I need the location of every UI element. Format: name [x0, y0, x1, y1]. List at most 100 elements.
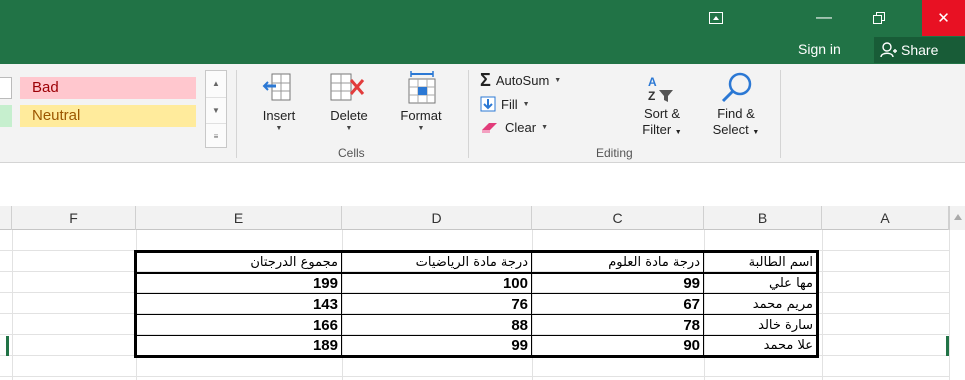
share-label: Share	[901, 42, 939, 58]
cell-header-science[interactable]: درجة مادة العلوم	[531, 251, 704, 273]
cell-total[interactable]: 143	[135, 293, 342, 315]
gridline	[0, 376, 949, 377]
insert-button[interactable]: Insert ▼	[248, 70, 310, 150]
delete-cells-icon	[330, 73, 365, 101]
gallery-scroll-down-icon[interactable]: ▼	[206, 97, 226, 123]
svg-text:A: A	[648, 75, 657, 89]
minimize-icon: —	[816, 9, 832, 26]
restore-icon	[873, 12, 885, 24]
delete-dropdown-icon: ▼	[345, 125, 353, 132]
sigma-icon: Σ	[480, 69, 491, 90]
find-select-button[interactable]: Find & Select ▼	[698, 72, 774, 141]
student-grades-table: مجموع الدرجتان درجة مادة الرياضيات درجة …	[134, 250, 819, 358]
column-header-partial[interactable]	[0, 206, 12, 230]
cell-header-student-name[interactable]: اسم الطالبة	[703, 251, 818, 273]
insert-cells-icon	[262, 73, 291, 101]
cell-student-name[interactable]: علا محمد	[703, 335, 818, 357]
close-icon: ✕	[937, 10, 950, 27]
cell-science[interactable]: 99	[531, 271, 704, 294]
fill-label: Fill	[501, 96, 518, 112]
sort-filter-line1: Sort &	[643, 106, 681, 121]
style-bad[interactable]: Bad	[20, 77, 196, 99]
clear-dropdown-icon: ▼	[541, 123, 549, 131]
gallery-scroll-up-icon[interactable]: ▲	[206, 71, 226, 97]
cell-science[interactable]: 90	[531, 335, 704, 357]
autosum-label: AutoSum	[495, 72, 550, 88]
column-header-f[interactable]: F	[12, 206, 136, 230]
format-button[interactable]: Format ▼	[390, 70, 452, 150]
sign-in-link[interactable]: Sign in	[798, 41, 841, 57]
style-gallery-item-good-partial[interactable]	[0, 105, 12, 127]
cell-math[interactable]: 99	[341, 335, 532, 357]
scroll-up-arrow-icon[interactable]	[954, 214, 962, 220]
find-select-line2: Select	[712, 122, 749, 137]
ribbon-separator	[468, 70, 469, 158]
formula-bar-area	[0, 163, 965, 206]
table-row: 199 100 99 مها علي	[135, 271, 818, 294]
ribbon-separator	[780, 70, 781, 158]
cell-total[interactable]: 189	[135, 335, 342, 357]
fill-button[interactable]: Fill ▼	[480, 93, 530, 115]
styles-gallery-scroller: ▲ ▼ ≡	[205, 70, 227, 148]
cell-student-name[interactable]: مريم محمد	[703, 293, 818, 315]
sort-filter-button[interactable]: A Z Sort & Filter ▼	[630, 72, 694, 141]
column-header-a[interactable]: A	[822, 206, 949, 230]
vertical-scrollbar[interactable]	[949, 206, 965, 230]
cell-student-name[interactable]: سارة خالد	[703, 314, 818, 336]
format-cells-icon	[408, 71, 436, 104]
fill-down-icon	[480, 96, 496, 112]
style-gallery-item-partial[interactable]	[0, 77, 12, 99]
column-header-b[interactable]: B	[704, 206, 822, 230]
insert-label: Insert	[262, 108, 296, 123]
cell-science[interactable]: 67	[531, 293, 704, 315]
gallery-more-icon[interactable]: ≡	[206, 123, 226, 149]
cell-header-total[interactable]: مجموع الدرجتان	[135, 251, 342, 273]
gridline	[949, 230, 950, 380]
column-header-d[interactable]: D	[342, 206, 532, 230]
cell-total[interactable]: 166	[135, 314, 342, 336]
table-header-row: مجموع الدرجتان درجة مادة الرياضيات درجة …	[135, 251, 818, 273]
delete-label: Delete	[330, 108, 368, 123]
sort-filter-icon: A Z	[648, 75, 673, 103]
selection-border-right	[946, 336, 949, 356]
table-row: 166 88 78 سارة خالد	[135, 314, 818, 336]
cell-science[interactable]: 78	[531, 314, 704, 336]
svg-text:Z: Z	[648, 89, 655, 103]
insert-dropdown-icon: ▼	[275, 125, 283, 132]
close-button[interactable]: ✕	[922, 0, 965, 36]
format-dropdown-icon: ▼	[417, 125, 425, 132]
sort-filter-dropdown-icon: ▼	[674, 129, 682, 136]
find-select-line1: Find &	[717, 106, 755, 121]
clear-label: Clear	[505, 119, 537, 135]
restore-button[interactable]	[856, 0, 902, 36]
ribbon-display-options-icon	[709, 12, 723, 24]
ribbon-separator	[236, 70, 237, 158]
cell-header-math[interactable]: درجة مادة الرياضيات	[341, 251, 532, 273]
cell-student-name[interactable]: مها علي	[703, 271, 818, 294]
share-button[interactable]: Share	[874, 37, 965, 63]
selection-border-left	[6, 336, 9, 356]
eraser-icon	[482, 123, 497, 133]
autosum-button[interactable]: Σ AutoSum ▼	[480, 69, 561, 91]
gridline	[12, 230, 13, 380]
gridline	[822, 230, 823, 380]
share-person-icon	[880, 42, 897, 58]
clear-button[interactable]: Clear ▼	[480, 116, 548, 138]
cell-total[interactable]: 199	[135, 271, 342, 294]
autosum-dropdown-icon: ▼	[554, 76, 562, 84]
magnifier-icon	[721, 72, 752, 103]
ribbon-display-options-button[interactable]	[696, 0, 736, 36]
format-label: Format	[400, 108, 442, 123]
cells-group-label: Cells	[338, 146, 365, 160]
fill-dropdown-icon: ▼	[522, 100, 530, 108]
cell-math[interactable]: 88	[341, 314, 532, 336]
column-header-c[interactable]: C	[532, 206, 704, 230]
style-neutral[interactable]: Neutral	[20, 105, 196, 127]
cell-math[interactable]: 100	[341, 271, 532, 294]
sort-filter-line2: Filter	[642, 122, 672, 137]
delete-button[interactable]: Delete ▼	[318, 70, 380, 150]
column-header-e[interactable]: E	[136, 206, 342, 230]
cell-math[interactable]: 76	[341, 293, 532, 315]
minimize-button[interactable]: —	[802, 0, 846, 36]
find-select-dropdown-icon: ▼	[752, 129, 760, 136]
